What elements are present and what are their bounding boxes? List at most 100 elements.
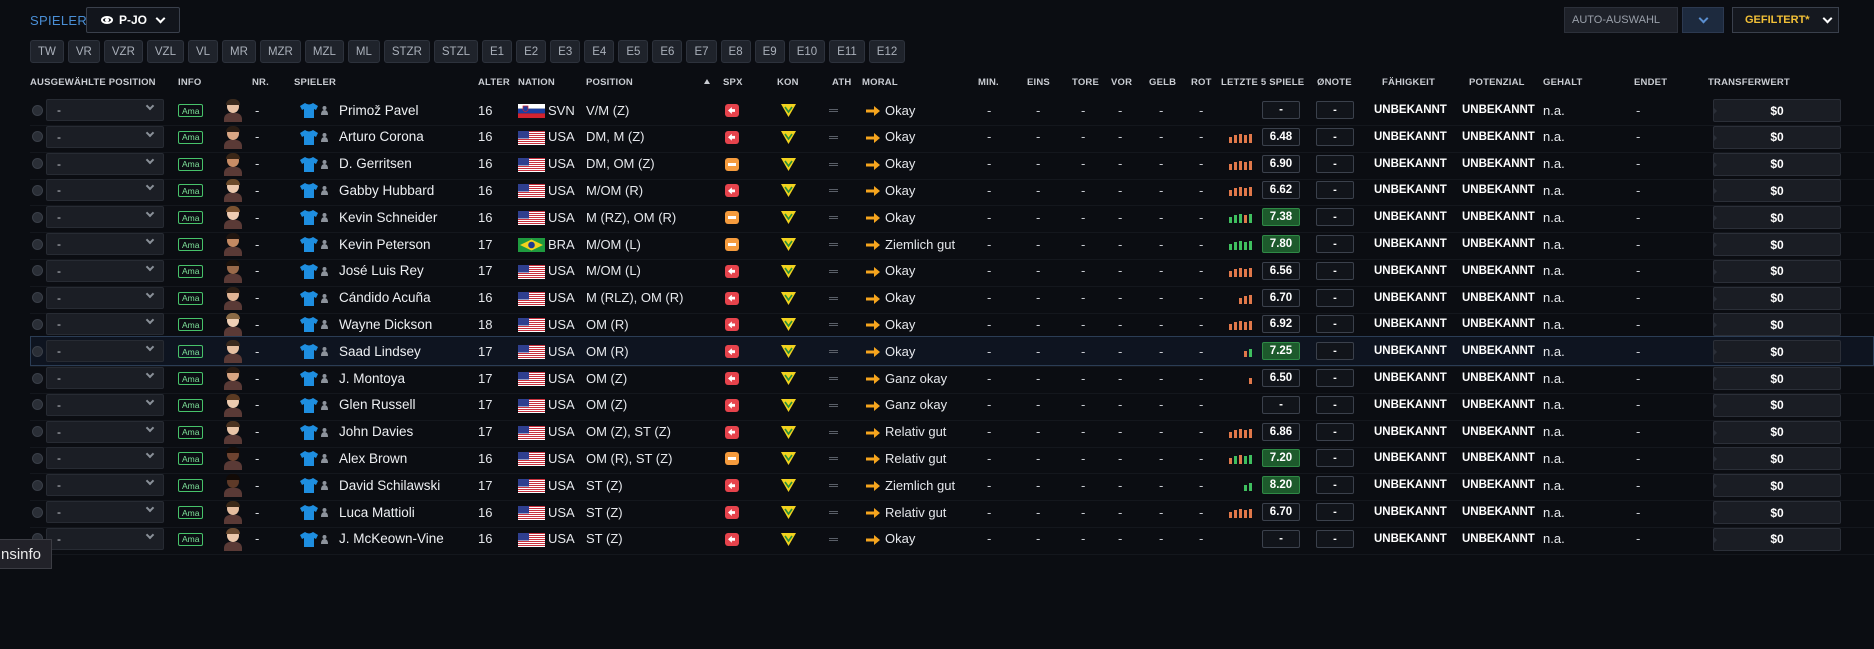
- position-dropdown[interactable]: -: [46, 179, 164, 202]
- position-filter-mzl[interactable]: MZL: [304, 40, 344, 63]
- col-alter[interactable]: ALTER: [478, 77, 510, 88]
- transfer-value[interactable]: $0: [1713, 447, 1841, 471]
- transfer-value[interactable]: $0: [1713, 501, 1841, 524]
- position-dropdown[interactable]: -: [46, 474, 164, 497]
- col-transferwert[interactable]: TRANSFERWERT: [1708, 77, 1790, 88]
- amateur-badge[interactable]: Ama: [178, 452, 204, 466]
- player-face-avatar[interactable]: [222, 500, 244, 524]
- player-face-avatar[interactable]: [222, 98, 244, 122]
- transfer-value[interactable]: $0: [1713, 420, 1841, 444]
- col-moral[interactable]: MORAL: [862, 77, 898, 88]
- transfer-value[interactable]: $0: [1713, 125, 1841, 149]
- col-gehalt[interactable]: GEHALT: [1543, 77, 1583, 88]
- player-face-avatar[interactable]: [222, 205, 244, 230]
- player-face-avatar[interactable]: [222, 312, 244, 337]
- position-filter-mzr[interactable]: MZR: [259, 40, 301, 63]
- col-tore[interactable]: TORE: [1072, 77, 1099, 88]
- col-ath[interactable]: ATH: [832, 77, 851, 88]
- player-face-avatar[interactable]: [222, 286, 244, 310]
- amateur-badge[interactable]: Ama: [178, 506, 204, 519]
- position-filter-e12[interactable]: E12: [868, 40, 906, 63]
- position-filter-e2[interactable]: E2: [516, 40, 547, 63]
- col-last5[interactable]: LETZTE 5 SPIELE: [1221, 77, 1304, 88]
- player-face-avatar[interactable]: [222, 527, 244, 551]
- transfer-value[interactable]: $0: [1713, 393, 1841, 417]
- col-spieler[interactable]: SPIELER: [294, 77, 336, 88]
- position-filter-vzl[interactable]: VZL: [146, 40, 184, 63]
- position-filter-e5[interactable]: E5: [618, 40, 649, 63]
- auto-select-button[interactable]: AUTO-AUSWAHL: [1564, 7, 1678, 33]
- amateur-badge[interactable]: Ama: [178, 184, 204, 198]
- position-dropdown[interactable]: -: [46, 259, 164, 282]
- col-potenzial[interactable]: POTENZIAL: [1469, 77, 1525, 88]
- position-filter-stzl[interactable]: STZL: [433, 40, 478, 63]
- col-onote[interactable]: ØNOTE: [1317, 77, 1352, 88]
- player-face-avatar[interactable]: [222, 232, 244, 256]
- amateur-badge[interactable]: Ama: [178, 479, 204, 493]
- position-filter-e7[interactable]: E7: [686, 40, 717, 63]
- view-selector[interactable]: P-JO: [86, 7, 180, 33]
- player-face-avatar[interactable]: [222, 446, 244, 471]
- amateur-badge[interactable]: Ama: [178, 157, 204, 171]
- player-face-avatar[interactable]: [222, 152, 244, 176]
- amateur-badge[interactable]: Ama: [178, 372, 204, 385]
- position-filter-e3[interactable]: E3: [550, 40, 581, 63]
- player-face-avatar[interactable]: [222, 259, 244, 283]
- position-dropdown[interactable]: -: [46, 501, 164, 523]
- transfer-value[interactable]: $0: [1713, 206, 1841, 230]
- col-kon[interactable]: KON: [777, 77, 799, 88]
- col-selected-position[interactable]: AUSGEWÄHLTE POSITION: [30, 77, 156, 88]
- position-filter-e10[interactable]: E10: [788, 40, 826, 63]
- col-nr[interactable]: NR.: [252, 77, 269, 88]
- position-dropdown[interactable]: -: [46, 420, 164, 443]
- amateur-badge[interactable]: Ama: [178, 130, 204, 144]
- amateur-badge[interactable]: Ama: [178, 345, 204, 359]
- amateur-badge[interactable]: Ama: [178, 532, 204, 546]
- amateur-badge[interactable]: Ama: [178, 264, 204, 278]
- col-min[interactable]: MIN.: [978, 77, 999, 88]
- transfer-value[interactable]: $0: [1713, 152, 1841, 176]
- transfer-value[interactable]: $0: [1713, 367, 1841, 390]
- transfer-value[interactable]: $0: [1713, 340, 1841, 364]
- col-endet[interactable]: ENDET: [1634, 77, 1667, 88]
- col-position[interactable]: POSITION: [586, 77, 633, 88]
- amateur-badge[interactable]: Ama: [178, 211, 204, 225]
- transfer-value[interactable]: $0: [1713, 474, 1841, 498]
- position-dropdown[interactable]: -: [46, 99, 164, 121]
- position-dropdown[interactable]: -: [46, 340, 164, 363]
- player-face-avatar[interactable]: [222, 125, 244, 149]
- position-filter-stzr[interactable]: STZR: [383, 40, 430, 63]
- table-row[interactable]: - Ama - J. McKeown-Vine 16 USA ST (Z) Okay - - - - -…: [0, 523, 1874, 555]
- transfer-value[interactable]: $0: [1713, 259, 1841, 283]
- position-dropdown[interactable]: -: [46, 393, 164, 416]
- position-filter-e8[interactable]: E8: [720, 40, 751, 63]
- player-name[interactable]: J. McKeown-Vine: [339, 523, 444, 555]
- transfer-value[interactable]: $0: [1713, 179, 1841, 203]
- position-filter-vzr[interactable]: VZR: [103, 40, 143, 63]
- amateur-badge[interactable]: Ama: [178, 104, 204, 117]
- position-dropdown[interactable]: -: [46, 233, 164, 255]
- player-face-avatar[interactable]: [222, 393, 244, 417]
- position-filter-vr[interactable]: VR: [67, 40, 100, 63]
- col-fahigkeit[interactable]: FÄHIGKEIT: [1382, 77, 1435, 88]
- amateur-badge[interactable]: Ama: [178, 318, 204, 332]
- transfer-value[interactable]: $0: [1713, 233, 1841, 256]
- amateur-badge[interactable]: Ama: [178, 425, 204, 439]
- player-nation[interactable]: USA: [548, 523, 575, 555]
- player-face-avatar[interactable]: [222, 366, 244, 390]
- position-filter-e4[interactable]: E4: [584, 40, 615, 63]
- amateur-badge[interactable]: Ama: [178, 398, 204, 412]
- transfer-value[interactable]: $0: [1713, 99, 1841, 122]
- position-dropdown[interactable]: -: [46, 367, 164, 389]
- transfer-value[interactable]: $0: [1713, 313, 1841, 337]
- position-filter-tw[interactable]: TW: [30, 40, 64, 63]
- position-filter-vl[interactable]: VL: [187, 40, 219, 63]
- position-filter-e6[interactable]: E6: [652, 40, 683, 63]
- col-vor[interactable]: VOR: [1111, 77, 1132, 88]
- position-filter-mr[interactable]: MR: [222, 40, 256, 63]
- col-gelb[interactable]: GELB: [1149, 77, 1176, 88]
- col-eins[interactable]: EINS: [1027, 77, 1050, 88]
- position-dropdown[interactable]: -: [46, 206, 164, 229]
- col-nation[interactable]: NATION: [518, 77, 555, 88]
- transfer-value[interactable]: $0: [1713, 527, 1841, 551]
